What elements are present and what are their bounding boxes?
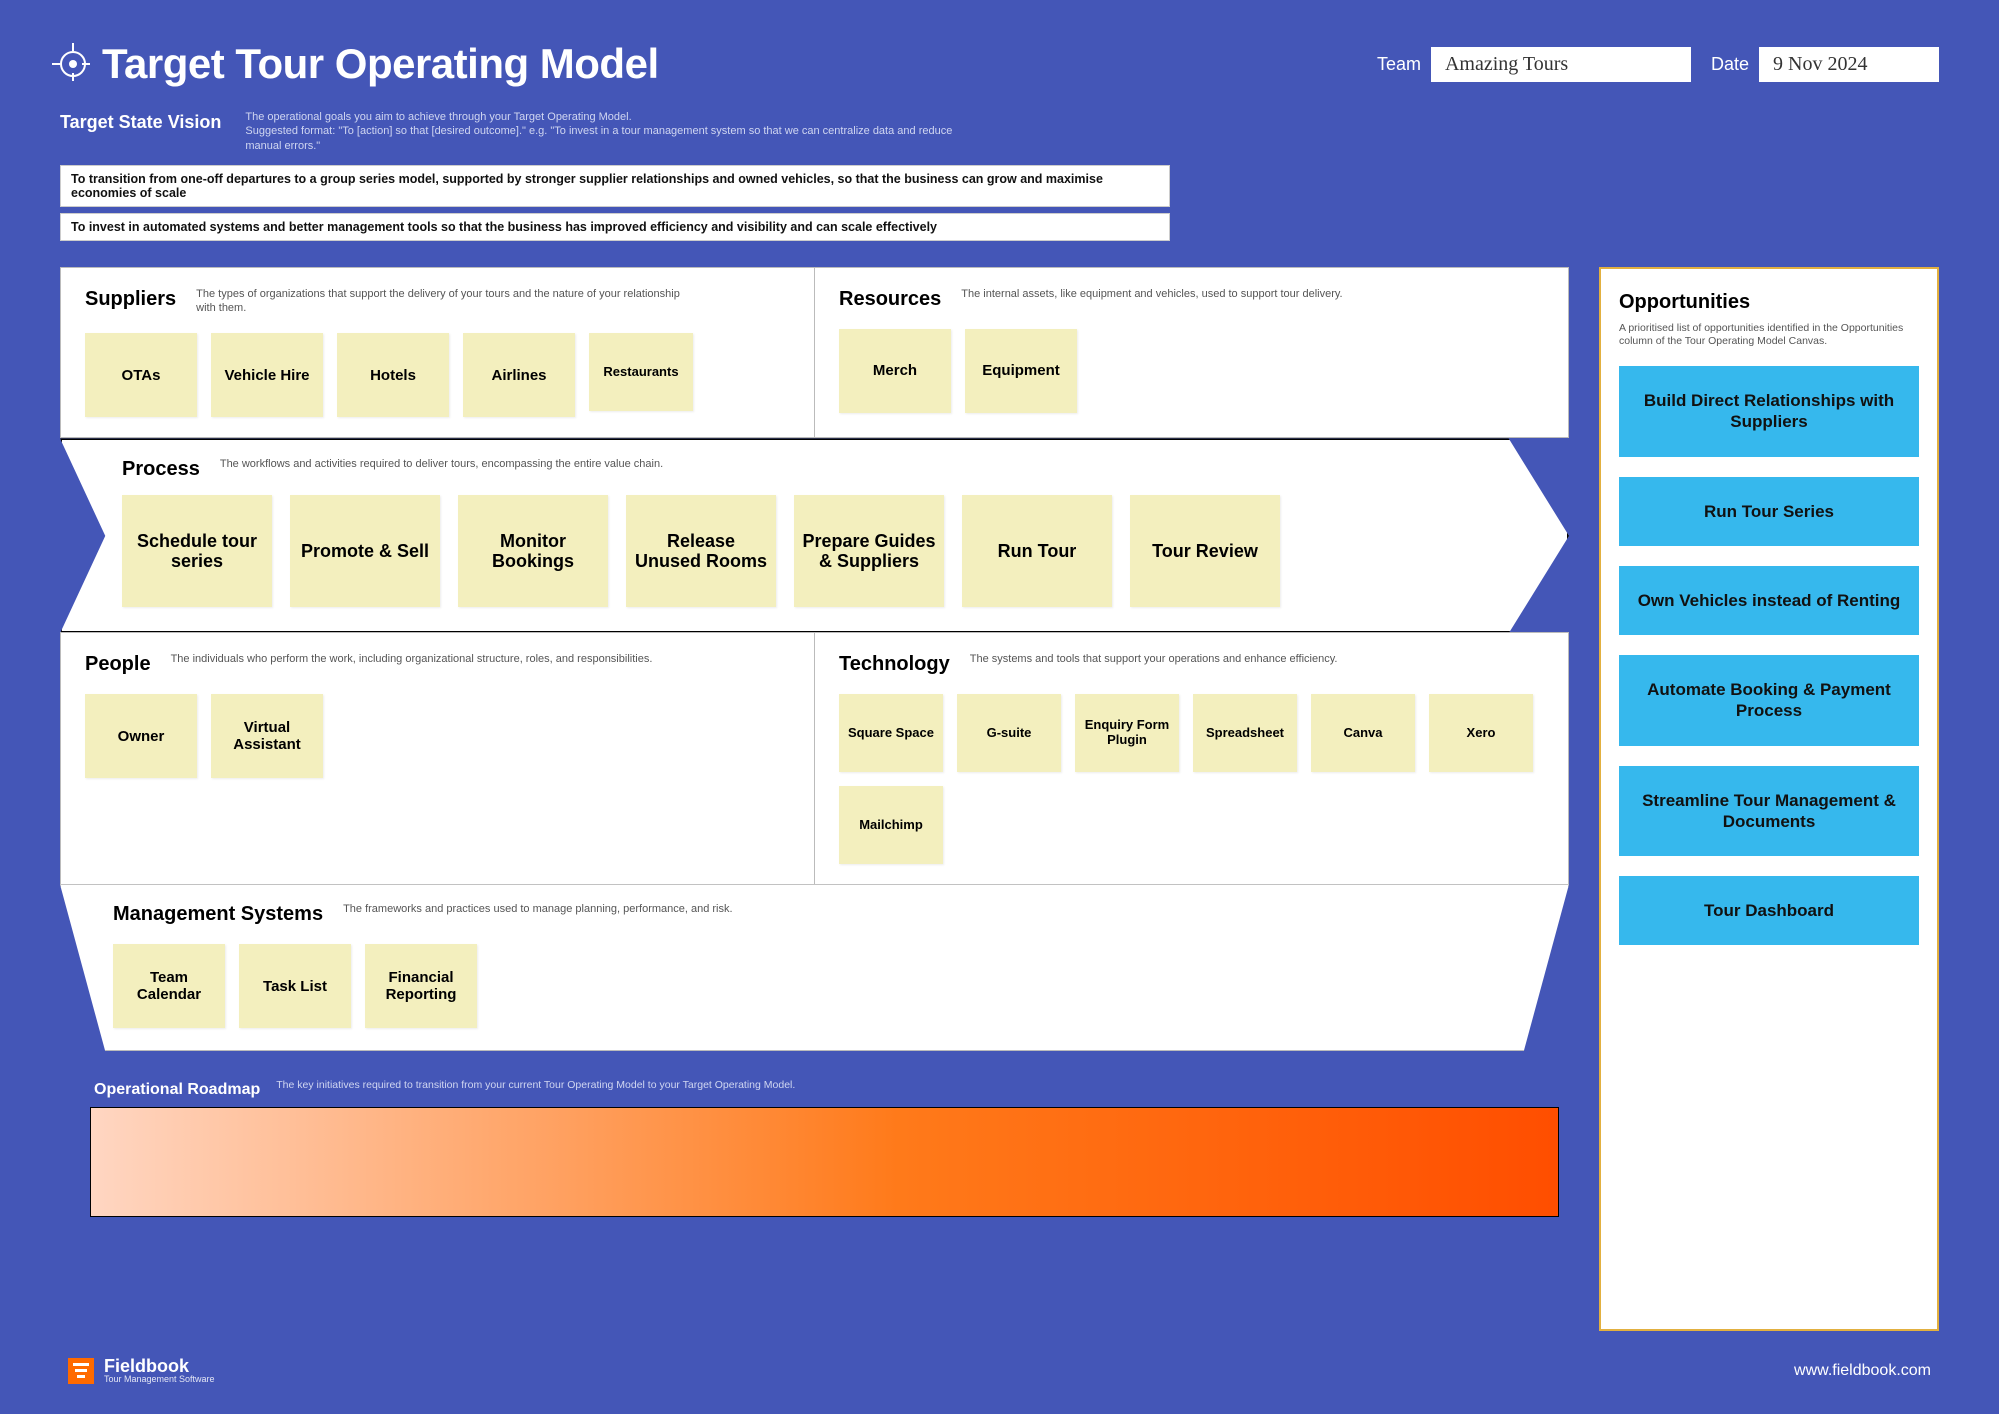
team-input[interactable]: Amazing Tours xyxy=(1431,47,1691,82)
process-items: Schedule tour series Promote & Sell Moni… xyxy=(122,495,1527,607)
team-label: Team xyxy=(1377,54,1421,75)
sticky-note[interactable]: Owner xyxy=(85,694,197,778)
sticky-note[interactable]: Hotels xyxy=(337,333,449,417)
sticky-note[interactable]: Tour Review xyxy=(1130,495,1280,607)
vision-statements: To transition from one-off departures to… xyxy=(60,165,1170,241)
sticky-note[interactable]: Spreadsheet xyxy=(1193,694,1297,772)
management-title: Management Systems xyxy=(113,903,323,926)
sticky-note[interactable]: Virtual Assistant xyxy=(211,694,323,778)
header-row: Target Tour Operating Model Team Amazing… xyxy=(60,40,1939,88)
sticky-note[interactable]: Schedule tour series xyxy=(122,495,272,607)
opportunities-column: Opportunities A prioritised list of oppo… xyxy=(1599,267,1939,1331)
opportunity-card[interactable]: Own Vehicles instead of Renting xyxy=(1619,566,1919,635)
roadmap-title: Operational Roadmap xyxy=(94,1079,260,1099)
vision-statement[interactable]: To invest in automated systems and bette… xyxy=(60,213,1170,241)
people-panel: People The individuals who perform the w… xyxy=(60,632,815,885)
sticky-note[interactable]: Canva xyxy=(1311,694,1415,772)
opportunities-panel: Opportunities A prioritised list of oppo… xyxy=(1599,267,1939,1331)
roadmap-bar xyxy=(90,1107,1559,1217)
sticky-note[interactable]: Vehicle Hire xyxy=(211,333,323,417)
date-input[interactable]: 9 Nov 2024 xyxy=(1759,47,1939,82)
roadmap-desc: The key initiatives required to transiti… xyxy=(276,1079,795,1093)
management-panel: Management Systems The frameworks and pr… xyxy=(60,884,1569,1051)
management-desc: The frameworks and practices used to man… xyxy=(343,903,732,917)
footer-url: www.fieldbook.com xyxy=(1794,1362,1931,1380)
sticky-note[interactable]: Task List xyxy=(239,944,351,1028)
brand-logo-icon xyxy=(68,1358,94,1384)
sticky-note[interactable]: Equipment xyxy=(965,329,1077,413)
people-items: Owner Virtual Assistant xyxy=(85,694,790,778)
canvas-column: Suppliers The types of organizations tha… xyxy=(60,267,1569,1331)
sticky-note[interactable]: Enquiry Form Plugin xyxy=(1075,694,1179,772)
sticky-note[interactable]: Promote & Sell xyxy=(290,495,440,607)
sticky-note[interactable]: G-suite xyxy=(957,694,1061,772)
suppliers-resources-row: Suppliers The types of organizations tha… xyxy=(60,267,1569,439)
opportunity-card[interactable]: Tour Dashboard xyxy=(1619,876,1919,945)
resources-title: Resources xyxy=(839,288,941,311)
opportunity-card[interactable]: Streamline Tour Management & Documents xyxy=(1619,766,1919,857)
sticky-note[interactable]: Prepare Guides & Suppliers xyxy=(794,495,944,607)
opportunity-card[interactable]: Automate Booking & Payment Process xyxy=(1619,655,1919,746)
vision-subtitle: The operational goals you aim to achieve… xyxy=(245,110,965,153)
technology-items: Square Space G-suite Enquiry Form Plugin… xyxy=(839,694,1544,864)
sticky-note[interactable]: Financial Reporting xyxy=(365,944,477,1028)
technology-title: Technology xyxy=(839,653,950,676)
target-icon xyxy=(60,51,86,77)
vision-label: Target State Vision xyxy=(60,110,221,133)
sticky-note[interactable]: Monitor Bookings xyxy=(458,495,608,607)
sticky-note[interactable]: Xero xyxy=(1429,694,1533,772)
opportunities-title: Opportunities xyxy=(1619,291,1919,314)
date-label: Date xyxy=(1711,54,1749,75)
process-panel: Process The workflows and activities req… xyxy=(60,438,1569,633)
resources-items: Merch Equipment xyxy=(839,329,1544,413)
title-group: Target Tour Operating Model xyxy=(60,40,1357,88)
opportunities-desc: A prioritised list of opportunities iden… xyxy=(1619,322,1919,348)
suppliers-panel: Suppliers The types of organizations tha… xyxy=(60,267,815,439)
sticky-note[interactable]: Airlines xyxy=(463,333,575,417)
opportunity-card[interactable]: Build Direct Relationships with Supplier… xyxy=(1619,366,1919,457)
technology-desc: The systems and tools that support your … xyxy=(970,653,1338,667)
sticky-note[interactable]: OTAs xyxy=(85,333,197,417)
process-desc: The workflows and activities required to… xyxy=(220,458,663,472)
team-field: Team Amazing Tours xyxy=(1377,47,1691,82)
process-title: Process xyxy=(122,458,200,481)
technology-panel: Technology The systems and tools that su… xyxy=(815,632,1569,885)
sticky-note[interactable]: Square Space xyxy=(839,694,943,772)
sticky-note[interactable]: Restaurants xyxy=(589,333,693,411)
opportunities-list: Build Direct Relationships with Supplier… xyxy=(1619,366,1919,945)
people-title: People xyxy=(85,653,151,676)
sticky-note[interactable]: Team Calendar xyxy=(113,944,225,1028)
footer: Fieldbook Tour Management Software www.f… xyxy=(60,1357,1939,1384)
brand: Fieldbook Tour Management Software xyxy=(68,1357,215,1384)
resources-panel: Resources The internal assets, like equi… xyxy=(815,267,1569,439)
date-field: Date 9 Nov 2024 xyxy=(1711,47,1939,82)
sticky-note[interactable]: Release Unused Rooms xyxy=(626,495,776,607)
suppliers-desc: The types of organizations that support … xyxy=(196,288,696,316)
opportunity-card[interactable]: Run Tour Series xyxy=(1619,477,1919,546)
vision-header: Target State Vision The operational goal… xyxy=(60,110,1939,153)
main-area: Suppliers The types of organizations tha… xyxy=(60,267,1939,1331)
people-tech-row: People The individuals who perform the w… xyxy=(60,632,1569,885)
resources-desc: The internal assets, like equipment and … xyxy=(961,288,1342,302)
management-items: Team Calendar Task List Financial Report… xyxy=(113,944,1540,1028)
sticky-note[interactable]: Mailchimp xyxy=(839,786,943,864)
brand-tagline: Tour Management Software xyxy=(104,1375,215,1384)
suppliers-items: OTAs Vehicle Hire Hotels Airlines Restau… xyxy=(85,333,790,417)
suppliers-title: Suppliers xyxy=(85,288,176,311)
vision-statement[interactable]: To transition from one-off departures to… xyxy=(60,165,1170,207)
people-desc: The individuals who perform the work, in… xyxy=(171,653,653,667)
sticky-note[interactable]: Merch xyxy=(839,329,951,413)
roadmap-section: Operational Roadmap The key initiatives … xyxy=(60,1071,1569,1217)
brand-name: Fieldbook xyxy=(104,1357,215,1375)
sticky-note[interactable]: Run Tour xyxy=(962,495,1112,607)
page-title: Target Tour Operating Model xyxy=(102,40,659,88)
